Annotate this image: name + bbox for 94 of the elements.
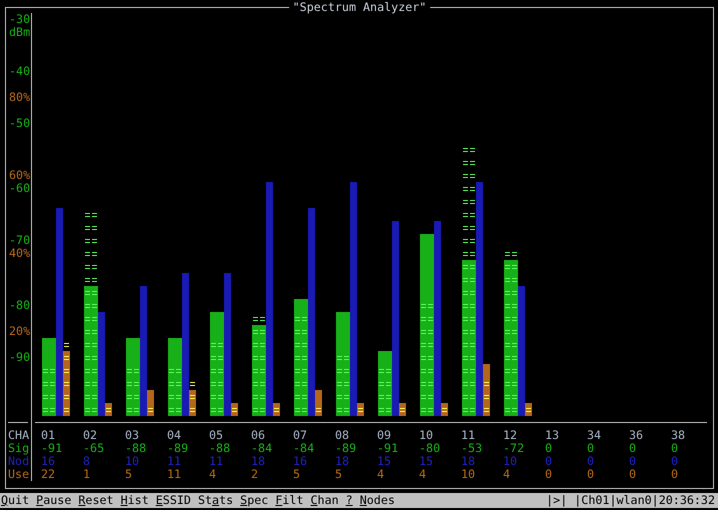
menu-item[interactable]: Chan [310,493,339,508]
table-cell: -88 [209,442,230,455]
table-cell: 08 [335,429,350,442]
table-cell: -65 [83,442,104,455]
axis-label: 60% [9,169,30,182]
axis-label: dBm [9,26,30,39]
window-title: "Spectrum Analyzer" [288,1,430,14]
table-cell: 36 [629,429,644,442]
table-cell: 18 [461,455,476,468]
menu-item[interactable]: Stats [198,493,234,508]
table-cell: -72 [503,442,524,455]
status-text: |Ch01|wlan0|20:36:32 [574,493,715,508]
table-cell: 0 [629,468,636,481]
table-cell: 4 [209,468,216,481]
table-cell: 38 [671,429,686,442]
table-cell: 0 [587,468,594,481]
table-cell: 11 [167,455,182,468]
menu-item[interactable]: Reset [78,493,114,508]
table-cell: 4 [377,468,384,481]
table-cell: 18 [251,455,266,468]
axis-label: -40 [9,65,30,78]
table-cell: 0 [545,455,552,468]
row-label: Use [8,467,30,481]
table-cell: 4 [503,468,510,481]
table-cell: 8 [83,455,90,468]
table-cell: 0 [671,468,678,481]
table-cell: 15 [377,455,392,468]
table-cell: 10 [503,455,518,468]
table-cell: 0 [671,442,678,455]
table-cell: -80 [419,442,440,455]
table-cell: 16 [293,455,308,468]
table-cell: 03 [125,429,140,442]
table-cell: 1 [83,468,90,481]
table-cell: 0 [545,442,552,455]
row-label: Sig [8,441,30,455]
table-cell: 0 [587,442,594,455]
status-indicator: |>| [546,493,568,508]
table-cell: -89 [335,442,356,455]
table-cell: 0 [587,455,594,468]
table-cell: 18 [335,455,350,468]
table-cell: -89 [167,442,188,455]
row-label: CHA [8,428,30,442]
table-cell: 0 [629,455,636,468]
axis-label: -70 [9,234,30,247]
table-cell: 5 [293,468,300,481]
table-cell: 11 [167,468,182,481]
table-cell: 0 [671,455,678,468]
table-cell: 09 [377,429,392,442]
table-cell: 01 [41,429,56,442]
axis-label: -50 [9,117,30,130]
table-cell: 12 [503,429,518,442]
table-cell: 0 [545,468,552,481]
axis-label: -90 [9,351,30,364]
menu-item[interactable]: Nodes [360,493,395,508]
axis-label: 80% [9,91,30,104]
table-cell: 16 [41,455,56,468]
table-cell: 11 [461,429,476,442]
table-cell: -84 [251,442,272,455]
table-cell: 0 [629,442,636,455]
menu-item[interactable]: Spec [240,493,268,508]
menu-item[interactable]: Pause [36,493,72,508]
table-cell: 4 [419,468,426,481]
table-cell: -91 [377,442,398,455]
table-cell: 10 [125,455,140,468]
table-cell: 10 [419,429,434,442]
menu-item[interactable]: ESSID [156,493,191,508]
table-cell: 11 [209,455,224,468]
menu-item[interactable]: Hist [120,493,149,508]
menu-item[interactable]: ? [346,493,353,508]
table-cell: 05 [209,429,224,442]
menu-item[interactable]: Quit [1,493,30,508]
table-cell: -88 [125,442,146,455]
table-cell: 5 [335,468,342,481]
table-cell: -84 [293,442,314,455]
table-cell: 22 [41,468,56,481]
table-cell: 34 [587,429,602,442]
table-cell: 15 [419,455,434,468]
table-cell: 04 [167,429,182,442]
axis-label: -30 [9,13,30,26]
table-cell: 5 [125,468,132,481]
table-cell: 07 [293,429,308,442]
axis-label: -80 [9,299,30,312]
table-cell: 06 [251,429,266,442]
table-cell: 13 [545,429,560,442]
row-label: Nod [8,454,30,468]
menu-item[interactable]: Filt [275,493,304,508]
axis-label: 20% [9,325,30,338]
axis-label: 40% [9,247,30,260]
table-cell: -53 [461,442,482,455]
table-cell: -91 [41,442,62,455]
table-cell: 10 [461,468,476,481]
table-cell: 2 [251,468,258,481]
table-cell: 02 [83,429,98,442]
axis-label: -60 [9,182,30,195]
